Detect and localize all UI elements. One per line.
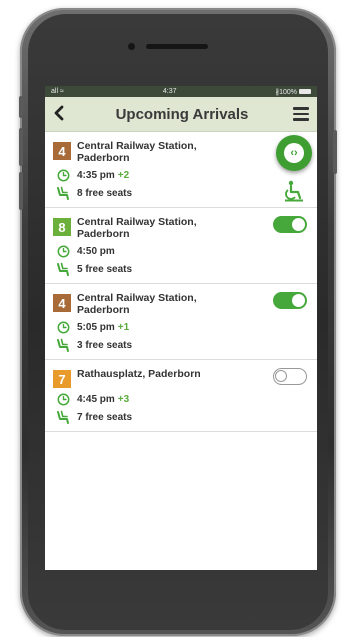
menu-button[interactable] <box>293 104 309 124</box>
stop-name: Central Railway Station, Paderborn <box>77 292 197 316</box>
stop-name: Central Railway Station, Paderborn <box>77 140 197 164</box>
notify-toggle[interactable] <box>273 216 307 233</box>
wheelchair-icon <box>283 180 305 207</box>
back-button[interactable] <box>53 103 71 125</box>
arrival-item[interactable]: 4 Central Railway Station, Paderborn 4:35 … <box>45 132 317 208</box>
clock: 4:37 <box>162 88 177 95</box>
arrival-time: 4:50 pm <box>77 245 115 257</box>
free-seats: 8 free seats <box>77 187 133 199</box>
delay-badge: +2 <box>117 169 130 181</box>
delay-badge: +3 <box>117 393 130 405</box>
arrival-time: 4:45 pm <box>77 393 115 405</box>
code-arrows-icon: ‹› <box>284 143 304 163</box>
seats-row: 3 free seats <box>53 338 317 352</box>
seat-icon <box>55 338 71 352</box>
side-button <box>19 128 23 166</box>
delay-badge: +1 <box>117 321 130 333</box>
seat-icon <box>55 262 71 276</box>
battery-label: ∦100% <box>275 88 297 96</box>
arrival-item[interactable]: 4 Central Railway Station, Paderborn 5:05 … <box>45 284 317 360</box>
seats-row: 8 free seats <box>53 186 317 200</box>
side-button <box>19 172 23 210</box>
app-screen: all ≈ 4:37 ∦100% Upcoming Arrivals 4 Cent… <box>45 86 317 570</box>
front-camera <box>128 43 135 50</box>
stop-name: Central Railway Station, Paderborn <box>77 216 197 240</box>
signal-indicator: all ≈ <box>51 88 64 95</box>
arrival-time: 5:05 pm <box>77 321 115 333</box>
line-badge: 7 <box>53 370 71 388</box>
menu-icon <box>293 107 309 121</box>
free-seats: 3 free seats <box>77 339 133 351</box>
arrival-time-row: 4:45 pm +3 <box>53 392 317 406</box>
arrival-time-row: 4:50 pm <box>53 244 317 258</box>
page-title: Upcoming Arrivals <box>115 105 249 123</box>
stop-name: Rathausplatz, Paderborn <box>77 368 201 380</box>
swap-button[interactable]: ‹› <box>276 135 312 171</box>
arrival-item[interactable]: 8 Central Railway Station, Paderborn 4:50 … <box>45 208 317 284</box>
app-header: Upcoming Arrivals <box>45 97 317 132</box>
arrival-time-row: 4:35 pm +2 <box>53 168 317 182</box>
seat-icon <box>55 410 71 424</box>
side-button <box>19 96 23 118</box>
arrival-item[interactable]: 7 Rathausplatz, Paderborn 4:45 pm +3 7 free … <box>45 360 317 432</box>
arrival-time-row: 5:05 pm +1 <box>53 320 317 334</box>
battery-indicator: ∦100% <box>276 88 311 96</box>
clock-icon <box>55 244 71 258</box>
back-chevron-icon <box>54 105 64 121</box>
arrival-time: 4:35 pm <box>77 169 115 181</box>
seats-row: 7 free seats <box>53 410 317 424</box>
arrivals-list: 4 Central Railway Station, Paderborn 4:35 … <box>45 132 317 432</box>
notify-toggle[interactable] <box>273 292 307 309</box>
side-button <box>333 130 337 174</box>
seat-icon <box>55 186 71 200</box>
line-badge: 4 <box>53 294 71 312</box>
battery-icon <box>298 89 311 94</box>
notify-toggle[interactable] <box>273 368 307 385</box>
line-badge: 8 <box>53 218 71 236</box>
free-seats: 7 free seats <box>77 411 133 423</box>
clock-icon <box>55 168 71 182</box>
clock-icon <box>55 320 71 334</box>
status-bar: all ≈ 4:37 ∦100% <box>45 86 317 97</box>
free-seats: 5 free seats <box>77 263 133 275</box>
seats-row: 5 free seats <box>53 262 317 276</box>
line-badge: 4 <box>53 142 71 160</box>
earpiece-speaker <box>146 44 208 49</box>
clock-icon <box>55 392 71 406</box>
